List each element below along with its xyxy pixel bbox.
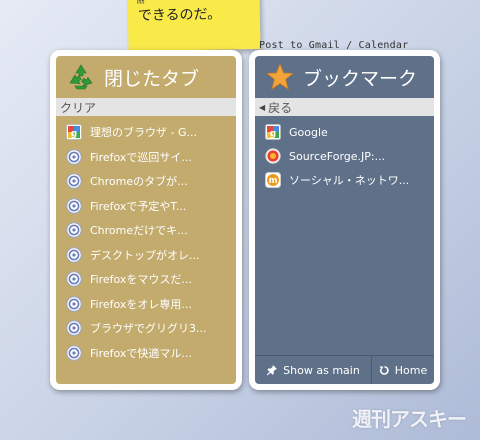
bookmarks-list: g Google SourceForge.JP:... m ソーシャル・ネットワ… xyxy=(255,116,434,192)
item-label: 理想のブラウザ - G... xyxy=(90,126,197,140)
watermark-logo: 週刊アスキー xyxy=(352,407,467,431)
item-label: Google xyxy=(289,125,328,139)
bookmarks-header: ブックマーク xyxy=(255,56,434,98)
list-item[interactable]: Firefoxで快適マル... xyxy=(56,341,236,366)
list-item[interactable]: Firefoxをオレ専用... xyxy=(56,292,236,317)
closed-tabs-panel: 閉じたタブ クリア g 理想のブラウザ - G... Firefoxで巡回サイ.… xyxy=(50,50,242,390)
item-label: Firefoxで快適マル... xyxy=(90,346,192,360)
list-item[interactable]: Chromeだけでキ... xyxy=(56,218,236,243)
item-label: ブラウザでグリグリ3... xyxy=(90,322,207,336)
list-item[interactable]: ブラウザでグリグリ3... xyxy=(56,316,236,341)
mixi-favicon-icon: m xyxy=(265,172,281,188)
item-label: ソーシャル・ネットワ... xyxy=(289,174,410,187)
home-label: Home xyxy=(394,363,428,377)
list-item[interactable]: Chromeのタブが... xyxy=(56,169,236,194)
google-favicon-icon: g xyxy=(66,124,82,141)
bookmarks-panel: ブックマーク ◀ 戻る g Google SourceForge.JP:... … xyxy=(249,50,440,390)
clear-button[interactable]: クリア xyxy=(56,98,236,116)
list-item[interactable]: g Google xyxy=(255,120,434,144)
clear-label: クリア xyxy=(60,100,97,115)
item-label: Chromeのタブが... xyxy=(90,175,188,189)
ascii-favicon-icon xyxy=(66,271,82,287)
svg-text:g: g xyxy=(71,129,77,139)
sticky-note: 協 できるのだ。 xyxy=(127,0,261,52)
ascii-favicon-icon xyxy=(66,247,82,263)
item-label: Firefoxで巡回サイ... xyxy=(90,150,192,164)
svg-text:g: g xyxy=(270,129,276,139)
list-item[interactable]: g 理想のブラウザ - G... xyxy=(56,120,236,145)
star-icon xyxy=(265,62,295,92)
back-button[interactable]: ◀ 戻る xyxy=(255,98,434,116)
item-label: Chromeだけでキ... xyxy=(90,224,188,238)
pin-icon xyxy=(266,364,278,376)
ascii-favicon-icon xyxy=(66,345,82,361)
refresh-arrow-icon xyxy=(379,365,390,376)
show-as-main-button[interactable]: Show as main xyxy=(255,356,372,384)
sourceforge-favicon-icon xyxy=(265,148,281,164)
recycle-icon xyxy=(66,62,96,92)
list-item[interactable]: デスクトップがオレ... xyxy=(56,243,236,268)
ascii-favicon-icon xyxy=(66,173,82,189)
list-item[interactable]: m ソーシャル・ネットワ... xyxy=(255,168,434,192)
closed-tabs-list: g 理想のブラウザ - G... Firefoxで巡回サイ... Chromeの… xyxy=(56,116,236,365)
back-label: 戻る xyxy=(268,100,293,115)
ascii-favicon-icon xyxy=(66,222,82,238)
ascii-favicon-icon xyxy=(66,149,82,165)
ascii-favicon-icon xyxy=(66,320,82,336)
item-label: デスクトップがオレ... xyxy=(90,248,200,262)
ascii-favicon-icon xyxy=(66,198,82,214)
list-item[interactable]: Firefoxをマウスだ... xyxy=(56,267,236,292)
show-as-main-label: Show as main xyxy=(283,363,360,377)
item-label: Firefoxをオレ専用... xyxy=(90,297,192,311)
list-item[interactable]: Firefoxで巡回サイ... xyxy=(56,145,236,170)
home-button[interactable]: Home xyxy=(372,356,434,384)
sticky-fragment: 協 xyxy=(135,0,145,7)
ascii-favicon-icon xyxy=(66,296,82,312)
triangle-left-icon: ◀ xyxy=(259,102,266,112)
list-item[interactable]: SourceForge.JP:... xyxy=(255,144,434,168)
bookmarks-title: ブックマーク xyxy=(303,67,418,90)
list-item[interactable]: Firefoxで予定やT... xyxy=(56,194,236,219)
svg-text:m: m xyxy=(269,176,278,186)
google-favicon-icon: g xyxy=(265,124,281,140)
bookmarks-footer: Show as main Home xyxy=(255,355,434,384)
item-label: SourceForge.JP:... xyxy=(289,149,386,163)
sticky-text: できるのだ。 xyxy=(137,6,222,24)
item-label: Firefoxで予定やT... xyxy=(90,199,187,213)
closed-tabs-title: 閉じたタブ xyxy=(104,67,200,90)
item-label: Firefoxをマウスだ... xyxy=(90,273,192,287)
closed-tabs-header: 閉じたタブ xyxy=(56,56,236,98)
